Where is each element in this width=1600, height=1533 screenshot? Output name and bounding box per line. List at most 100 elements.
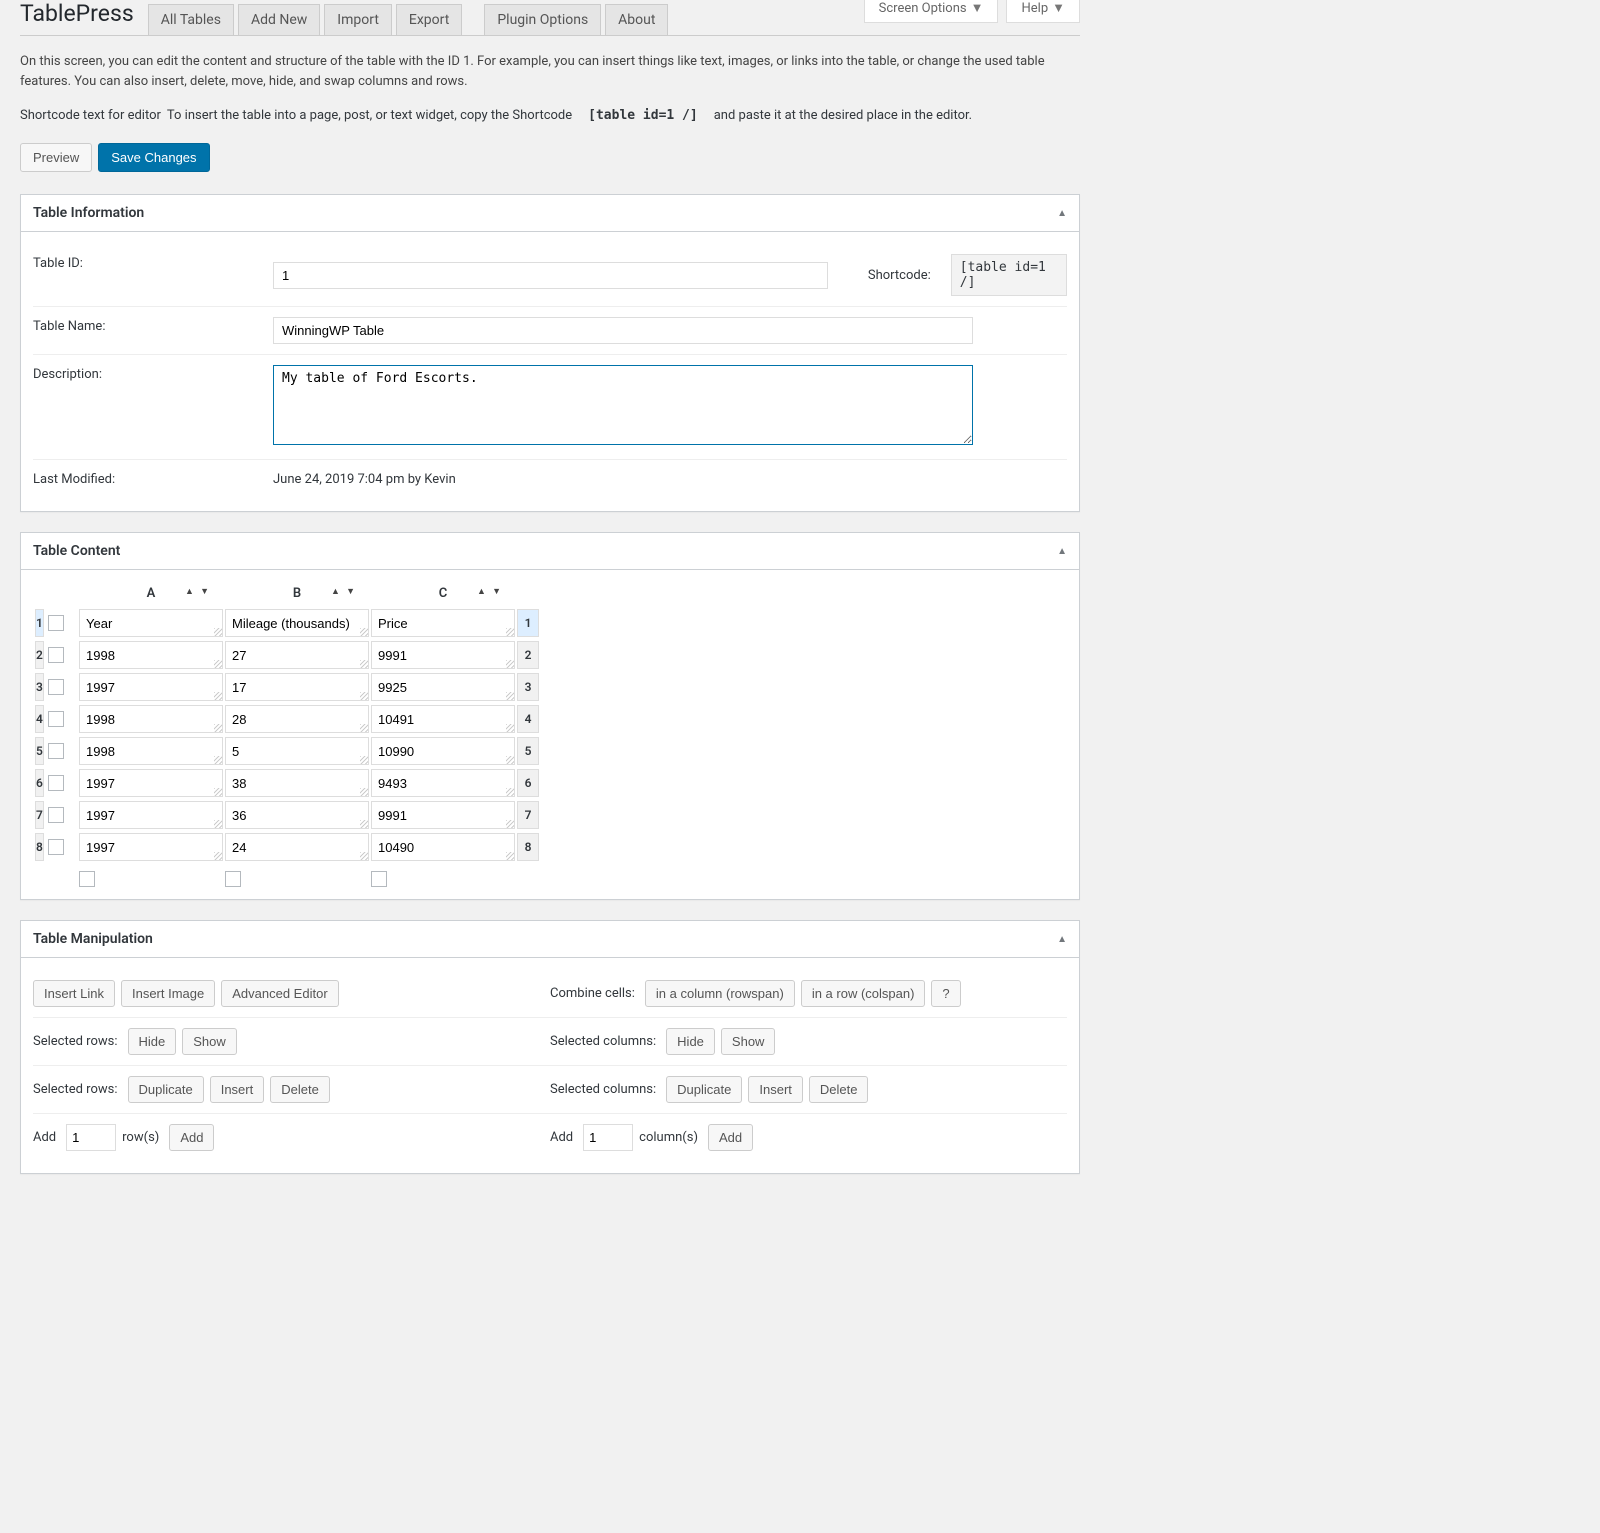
- cell-input[interactable]: [79, 641, 223, 669]
- resize-handle-icon[interactable]: [506, 820, 514, 828]
- rowspan-button[interactable]: in a column (rowspan): [645, 980, 795, 1007]
- row-checkbox[interactable]: [48, 775, 64, 791]
- resize-handle-icon[interactable]: [360, 756, 368, 764]
- resize-handle-icon[interactable]: [360, 692, 368, 700]
- row-number-left[interactable]: 2: [35, 641, 44, 669]
- panel-toggle-icon[interactable]: ▲: [1057, 934, 1067, 945]
- row-number-right[interactable]: 5: [517, 737, 539, 765]
- resize-handle-icon[interactable]: [506, 724, 514, 732]
- tab-all-tables[interactable]: All Tables: [148, 4, 234, 35]
- row-checkbox[interactable]: [48, 839, 64, 855]
- screen-options-button[interactable]: Screen Options▼: [864, 0, 999, 23]
- table-id-input[interactable]: [273, 262, 828, 289]
- resize-handle-icon[interactable]: [506, 756, 514, 764]
- cols-duplicate-button[interactable]: Duplicate: [666, 1076, 742, 1103]
- tab-export[interactable]: Export: [396, 4, 462, 35]
- row-number-right[interactable]: 8: [517, 833, 539, 861]
- add-cols-button[interactable]: Add: [708, 1124, 753, 1151]
- cell-input[interactable]: [225, 737, 369, 765]
- cell-input[interactable]: [371, 769, 515, 797]
- resize-handle-icon[interactable]: [506, 628, 514, 636]
- row-number-right[interactable]: 1: [517, 609, 539, 637]
- panel-toggle-icon[interactable]: ▲: [1057, 208, 1067, 219]
- row-checkbox[interactable]: [48, 647, 64, 663]
- resize-handle-icon[interactable]: [360, 820, 368, 828]
- cell-input[interactable]: [225, 641, 369, 669]
- resize-handle-icon[interactable]: [214, 660, 222, 668]
- cell-input[interactable]: [79, 673, 223, 701]
- column-checkbox[interactable]: [79, 871, 95, 887]
- combine-help-button[interactable]: ?: [931, 980, 960, 1007]
- cell-input[interactable]: [225, 609, 369, 637]
- row-number-left[interactable]: 3: [35, 673, 44, 701]
- column-head-A[interactable]: A▲ ▼: [79, 582, 223, 605]
- insert-link-button[interactable]: Insert Link: [33, 980, 115, 1007]
- cols-delete-button[interactable]: Delete: [809, 1076, 869, 1103]
- description-textarea[interactable]: [273, 365, 973, 445]
- row-number-right[interactable]: 4: [517, 705, 539, 733]
- resize-handle-icon[interactable]: [214, 628, 222, 636]
- cell-input[interactable]: [371, 705, 515, 733]
- help-button[interactable]: Help▼: [1006, 0, 1080, 23]
- cols-hide-button[interactable]: Hide: [666, 1028, 715, 1055]
- row-number-right[interactable]: 7: [517, 801, 539, 829]
- add-rows-button[interactable]: Add: [169, 1124, 214, 1151]
- cell-input[interactable]: [225, 673, 369, 701]
- row-number-left[interactable]: 4: [35, 705, 44, 733]
- resize-handle-icon[interactable]: [506, 788, 514, 796]
- column-checkbox[interactable]: [225, 871, 241, 887]
- tab-import[interactable]: Import: [324, 4, 392, 35]
- row-number-right[interactable]: 3: [517, 673, 539, 701]
- row-checkbox[interactable]: [48, 679, 64, 695]
- cell-input[interactable]: [371, 801, 515, 829]
- rows-show-button[interactable]: Show: [182, 1028, 237, 1055]
- rows-delete-button[interactable]: Delete: [270, 1076, 330, 1103]
- cell-input[interactable]: [371, 737, 515, 765]
- resize-handle-icon[interactable]: [506, 692, 514, 700]
- row-number-right[interactable]: 2: [517, 641, 539, 669]
- resize-handle-icon[interactable]: [214, 788, 222, 796]
- resize-handle-icon[interactable]: [360, 724, 368, 732]
- row-checkbox[interactable]: [48, 615, 64, 631]
- resize-handle-icon[interactable]: [360, 852, 368, 860]
- cell-input[interactable]: [79, 609, 223, 637]
- cell-input[interactable]: [371, 673, 515, 701]
- row-checkbox[interactable]: [48, 743, 64, 759]
- tab-add-new[interactable]: Add New: [238, 4, 320, 35]
- cell-input[interactable]: [371, 833, 515, 861]
- column-checkbox[interactable]: [371, 871, 387, 887]
- colspan-button[interactable]: in a row (colspan): [801, 980, 926, 1007]
- tab-plugin-options[interactable]: Plugin Options: [484, 4, 601, 35]
- row-number-left[interactable]: 1: [35, 609, 44, 637]
- column-head-C[interactable]: C▲ ▼: [371, 582, 515, 605]
- resize-handle-icon[interactable]: [360, 628, 368, 636]
- cell-input[interactable]: [79, 769, 223, 797]
- cell-input[interactable]: [79, 737, 223, 765]
- panel-toggle-icon[interactable]: ▲: [1057, 546, 1067, 557]
- resize-handle-icon[interactable]: [214, 692, 222, 700]
- cell-input[interactable]: [371, 609, 515, 637]
- resize-handle-icon[interactable]: [214, 820, 222, 828]
- row-number-right[interactable]: 6: [517, 769, 539, 797]
- resize-handle-icon[interactable]: [360, 660, 368, 668]
- row-number-left[interactable]: 7: [35, 801, 44, 829]
- cols-show-button[interactable]: Show: [721, 1028, 776, 1055]
- insert-image-button[interactable]: Insert Image: [121, 980, 215, 1007]
- row-number-left[interactable]: 6: [35, 769, 44, 797]
- cols-insert-button[interactable]: Insert: [748, 1076, 803, 1103]
- add-cols-input[interactable]: [583, 1124, 633, 1151]
- rows-hide-button[interactable]: Hide: [128, 1028, 177, 1055]
- cell-input[interactable]: [79, 705, 223, 733]
- resize-handle-icon[interactable]: [506, 660, 514, 668]
- cell-input[interactable]: [225, 833, 369, 861]
- rows-duplicate-button[interactable]: Duplicate: [128, 1076, 204, 1103]
- table-name-input[interactable]: [273, 317, 973, 344]
- cell-input[interactable]: [225, 705, 369, 733]
- cell-input[interactable]: [225, 801, 369, 829]
- rows-insert-button[interactable]: Insert: [210, 1076, 265, 1103]
- cell-input[interactable]: [225, 769, 369, 797]
- column-head-B[interactable]: B▲ ▼: [225, 582, 369, 605]
- tab-about[interactable]: About: [605, 4, 668, 35]
- row-checkbox[interactable]: [48, 711, 64, 727]
- row-number-left[interactable]: 5: [35, 737, 44, 765]
